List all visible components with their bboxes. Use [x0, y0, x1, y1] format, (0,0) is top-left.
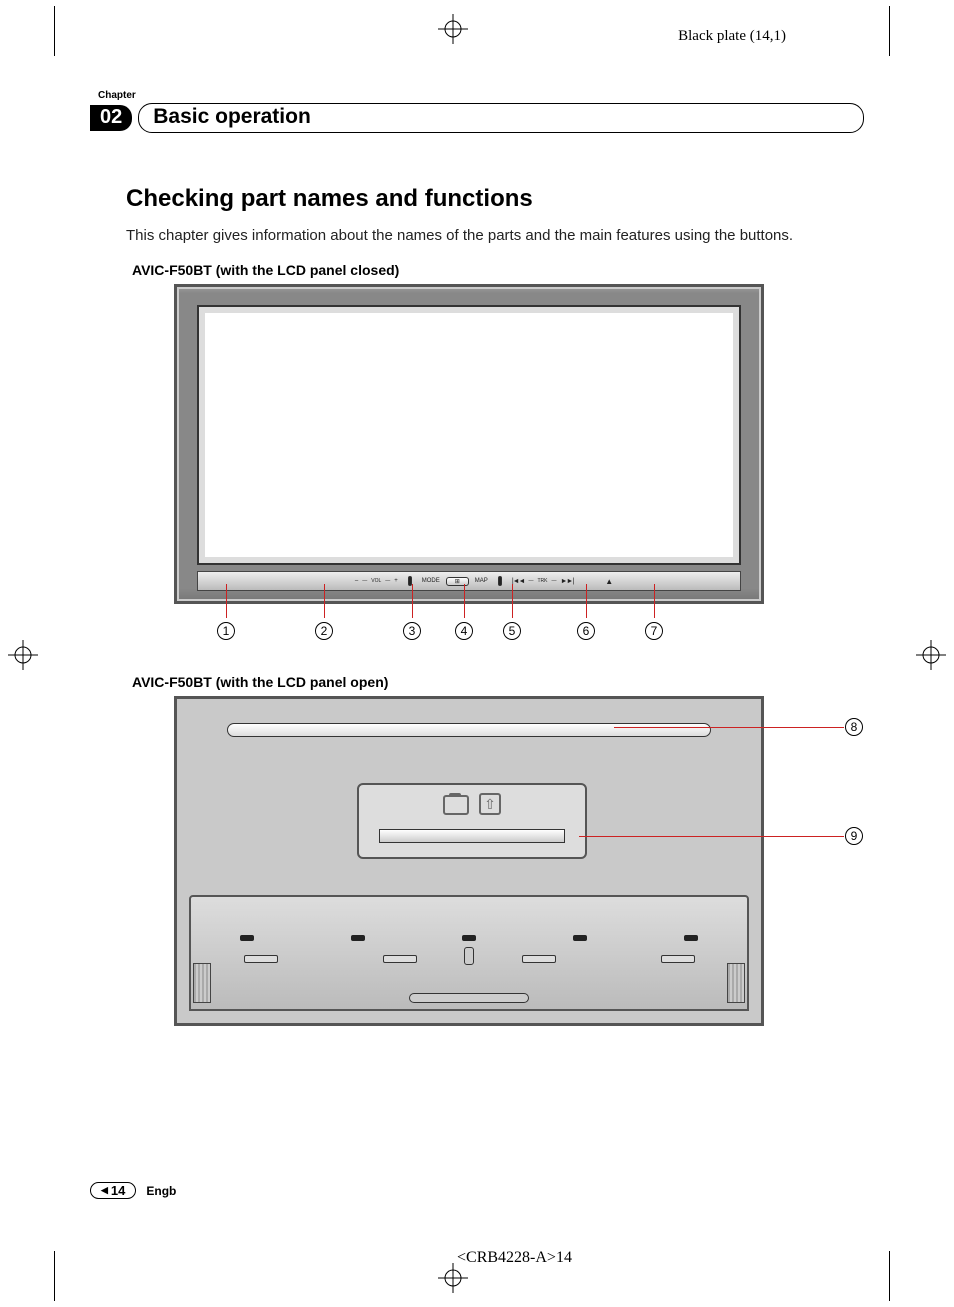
- device-state: (with the LCD panel open): [216, 674, 389, 690]
- callout-8: 8: [845, 718, 863, 736]
- device-screen: [197, 305, 741, 565]
- callout-line: [226, 584, 227, 618]
- vol-plus-icon: +: [394, 578, 398, 584]
- callout-line: [586, 584, 587, 618]
- device-state: (with the LCD panel closed): [216, 262, 400, 278]
- disc-slot: [227, 723, 711, 737]
- callout-6: 6: [577, 622, 595, 640]
- figure-open-wrap: 8 9: [174, 696, 864, 1026]
- page-footer: ◀ 14 Engb: [90, 1182, 176, 1199]
- chapter-number-badge: 02: [90, 105, 132, 131]
- vol-minus-icon: –: [355, 578, 358, 584]
- plate-label: Black plate (14,1): [678, 28, 786, 45]
- callout-line: [654, 584, 655, 618]
- trk-label: TRK: [538, 578, 548, 584]
- registration-mark-bottom: [438, 1263, 468, 1293]
- sensor-icon: [498, 576, 502, 586]
- registration-mark-right: [916, 640, 946, 670]
- sd-card-area: [357, 783, 587, 859]
- registration-mark-left: [8, 640, 38, 670]
- triangle-icon: ◀: [101, 1185, 108, 1196]
- device-open-label: AVIC-F50BT (with the LCD panel open): [132, 674, 864, 690]
- device-open-body: [174, 696, 764, 1026]
- crop-line: [54, 1251, 55, 1301]
- callout-5: 5: [503, 622, 521, 640]
- sd-icons: [443, 793, 501, 815]
- crop-line: [889, 6, 890, 56]
- crop-line: [54, 6, 55, 56]
- page-number: 14: [111, 1183, 125, 1198]
- map-label: MAP: [475, 578, 488, 584]
- tilted-panel: [189, 895, 749, 1011]
- section-title: Checking part names and functions: [126, 185, 864, 213]
- chapter-title: Basic operation: [138, 103, 864, 133]
- device-button-bar: – — VOL — + MODE ⊞ MAP: [197, 571, 741, 591]
- callout-line: [579, 836, 844, 837]
- sd-card-icon: [443, 795, 469, 815]
- device-closed-label: AVIC-F50BT (with the LCD panel closed): [132, 262, 864, 278]
- callout-line: [614, 727, 844, 728]
- callout-line: [464, 584, 465, 618]
- page-content: Chapter 02 Basic operation Checking part…: [90, 90, 864, 1026]
- mode-label: MODE: [422, 578, 440, 584]
- device-closed-figure: – — VOL — + MODE ⊞ MAP: [174, 284, 764, 644]
- vol-label: VOL: [371, 578, 381, 584]
- trk-prev-icon: |◄◄: [512, 578, 525, 585]
- footer-lang: Engb: [146, 1184, 176, 1198]
- eject-sd-icon: [479, 793, 501, 815]
- intro-text: This chapter gives information about the…: [126, 227, 864, 244]
- callout-line: [324, 584, 325, 618]
- page-number-oval: ◀ 14: [90, 1182, 136, 1199]
- eject-icon: ▲: [605, 577, 613, 586]
- callout-4: 4: [455, 622, 473, 640]
- callout-1: 1: [217, 622, 235, 640]
- callout-7: 7: [645, 622, 663, 640]
- document-id: <CRB4228-A>14: [457, 1249, 572, 1267]
- home-button-icon: ⊞: [446, 577, 469, 586]
- trk-next-icon: ►►|: [561, 578, 574, 585]
- callout-line: [512, 584, 513, 618]
- chapter-header: 02 Basic operation: [90, 103, 864, 133]
- callout-2: 2: [315, 622, 333, 640]
- crop-line: [889, 1251, 890, 1301]
- device-bezel: – — VOL — + MODE ⊞ MAP: [174, 284, 764, 604]
- device-model: AVIC-F50BT: [132, 262, 216, 278]
- figure-closed-wrap: – — VOL — + MODE ⊞ MAP: [174, 284, 864, 644]
- registration-mark-top: [438, 14, 468, 44]
- chapter-word: Chapter: [98, 90, 864, 101]
- device-open-figure: [174, 696, 764, 1026]
- callout-line: [412, 584, 413, 618]
- device-model: AVIC-F50BT: [132, 674, 216, 690]
- callout-3: 3: [403, 622, 421, 640]
- sd-slot: [379, 829, 565, 843]
- callout-9: 9: [845, 827, 863, 845]
